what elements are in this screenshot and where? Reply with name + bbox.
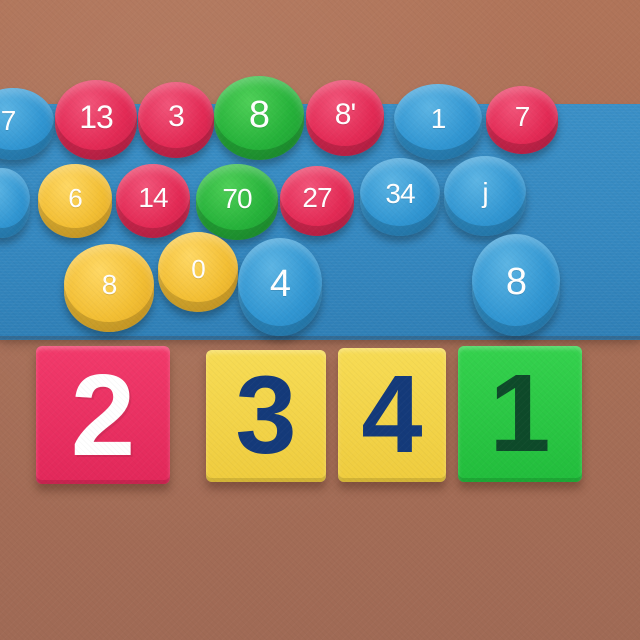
number-puck: 6 xyxy=(38,164,112,238)
puck-label: 34 xyxy=(385,178,415,209)
puck-label: 3 xyxy=(168,100,185,133)
number-puck: 8 xyxy=(472,234,560,336)
puck-label: 4 xyxy=(269,262,291,305)
number-puck: 27 xyxy=(280,166,354,236)
puck-label: 1 xyxy=(430,103,447,134)
tile-number: 1 xyxy=(489,352,551,475)
number-puck: 8 xyxy=(64,244,154,332)
number-puck: 4 xyxy=(238,238,322,336)
puck-label: 13 xyxy=(79,98,114,135)
number-puck: 8' xyxy=(306,80,384,156)
puck-label: 8 xyxy=(101,269,118,300)
puck-label: 0 xyxy=(191,253,206,284)
puck-label: 7 xyxy=(0,105,17,136)
number-puck: 7 xyxy=(486,86,558,154)
puck-label: 6 xyxy=(68,182,83,213)
number-puck: 3 xyxy=(138,82,214,158)
puck-label: 8' xyxy=(334,98,356,131)
number-puck: 14 xyxy=(116,164,190,238)
number-puck: 1 xyxy=(394,84,482,160)
puck-label: j xyxy=(482,177,488,208)
number-puck: 8 xyxy=(214,76,304,160)
tile-number: 3 xyxy=(235,354,297,477)
puck-label: 8 xyxy=(248,93,270,136)
puck-label: 70 xyxy=(222,183,252,214)
mat-edge-shadow xyxy=(0,336,640,346)
number-puck: j xyxy=(444,156,526,236)
tile-number: 4 xyxy=(361,353,423,476)
tile-number: 2 xyxy=(70,350,136,480)
puck-label: 8 xyxy=(505,260,527,303)
photo-scene: 7 13 3 8 8' 1 7 6 14 70 27 34 j 8 0 4 8 … xyxy=(0,0,640,640)
number-tile: 1 xyxy=(458,346,582,482)
puck-label: 7 xyxy=(514,101,531,132)
number-puck: 13 xyxy=(55,80,137,160)
puck-label: 27 xyxy=(302,182,332,213)
number-tile: 2 xyxy=(36,346,170,484)
number-tile: 3 xyxy=(206,350,326,482)
number-puck: 70 xyxy=(196,164,278,240)
number-tile: 4 xyxy=(338,348,446,482)
number-puck: 34 xyxy=(360,158,440,236)
number-puck: 0 xyxy=(158,232,238,312)
puck-label: 14 xyxy=(138,182,168,213)
